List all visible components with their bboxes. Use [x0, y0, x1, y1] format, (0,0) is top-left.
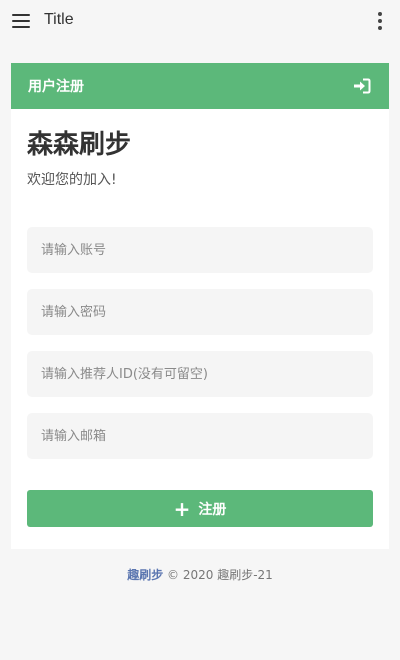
footer-link[interactable]: 趣刷步	[127, 568, 163, 582]
sign-in-icon[interactable]	[353, 78, 371, 94]
app-bar: Title	[0, 0, 400, 42]
brand-title: 森森刷步	[27, 130, 132, 160]
hamburger-menu-icon[interactable]	[12, 14, 30, 28]
plus-icon: +	[173, 496, 191, 521]
register-card: 用户注册 森森刷步 欢迎您的加入! + 注册	[11, 63, 389, 549]
referrer-id-input[interactable]	[27, 351, 373, 397]
password-input[interactable]	[27, 289, 373, 335]
card-header-title: 用户注册	[28, 79, 84, 95]
account-input[interactable]	[27, 227, 373, 273]
email-input[interactable]	[27, 413, 373, 459]
card-body: 森森刷步 欢迎您的加入! + 注册	[11, 129, 389, 527]
footer: 趣刷步 © 2020 趣刷步-21	[0, 566, 400, 583]
footer-copyright: © 2020 趣刷步-21	[167, 568, 273, 582]
app-title: Title	[44, 11, 74, 28]
register-button[interactable]: + 注册	[27, 490, 373, 527]
more-vert-icon[interactable]	[378, 12, 382, 30]
register-button-label: 注册	[198, 501, 227, 518]
card-header: 用户注册	[11, 63, 389, 109]
welcome-text: 欢迎您的加入!	[27, 172, 117, 188]
